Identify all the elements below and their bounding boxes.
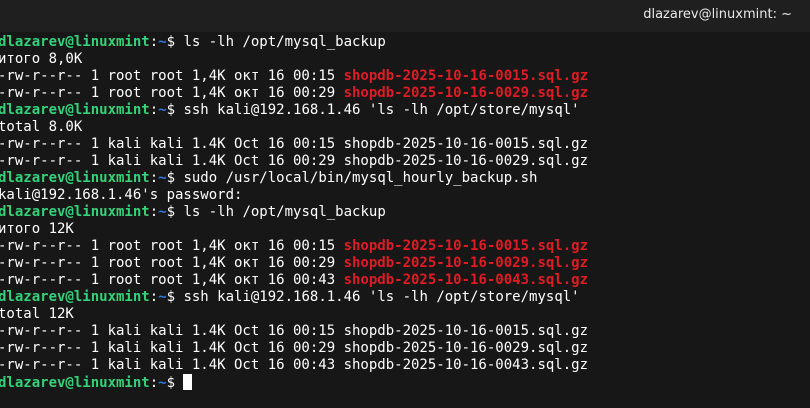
listing-line: -rw-r--r-- 1 root root 1,4K окт 16 00:15… xyxy=(0,238,588,255)
prompt-line: dlazarev@linuxmint:~$ xyxy=(0,374,588,391)
prompt-symbol: $ xyxy=(166,204,184,220)
archive-filename: shopdb-2025-10-16-0029.sql.gz xyxy=(343,85,589,101)
listing-line: -rw-r--r-- 1 root root 1,4K окт 16 00:43… xyxy=(0,272,588,289)
prompt-symbol: $ xyxy=(166,102,184,118)
file-attributes: -rw-r--r-- 1 root root 1,4K окт 16 00:29 xyxy=(0,85,344,101)
text-cursor[interactable] xyxy=(183,374,193,390)
output-line: -rw-r--r-- 1 kali kali 1.4K Oct 16 00:15… xyxy=(0,136,589,152)
terminal-lines: dlazarev@linuxmint:~$ ls -lh /opt/mysql_… xyxy=(0,34,588,391)
terminal-window: dlazarev@linuxmint: ~ dlazarev@linuxmint… xyxy=(0,0,810,408)
prompt-symbol: $ xyxy=(166,170,184,186)
prompt-separator: : xyxy=(149,170,159,186)
output-line: kali@192.168.1.46's password: xyxy=(0,187,243,203)
prompt-separator: : xyxy=(149,34,159,50)
prompt-path: ~ xyxy=(158,102,167,118)
prompt-symbol: $ xyxy=(166,34,184,50)
command-line: dlazarev@linuxmint:~$ ssh kali@192.168.1… xyxy=(0,289,588,306)
prompt-path: ~ xyxy=(158,204,167,220)
output-line: -rw-r--r-- 1 kali kali 1.4K Oct 16 00:29… xyxy=(0,340,589,356)
prompt-symbol: $ xyxy=(166,289,184,305)
file-attributes: -rw-r--r-- 1 root root 1,4K окт 16 00:43 xyxy=(0,272,344,288)
command-line: dlazarev@linuxmint:~$ ssh kali@192.168.1… xyxy=(0,102,588,119)
output-line: итого 8,0K xyxy=(0,51,83,67)
prompt-userhost: dlazarev@linuxmint xyxy=(0,204,150,220)
output-line: -rw-r--r-- 1 kali kali 1.4K Oct 16 00:15… xyxy=(0,323,589,339)
command-text: ssh kali@192.168.1.46 'ls -lh /opt/store… xyxy=(183,102,580,118)
command-text: sudo /usr/local/bin/mysql_hourly_backup.… xyxy=(183,170,538,186)
command-text: ls -lh /opt/mysql_backup xyxy=(183,204,386,220)
terminal-output[interactable]: dlazarev@linuxmint:~$ ls -lh /opt/mysql_… xyxy=(0,32,810,408)
prompt-separator: : xyxy=(149,289,159,305)
archive-filename: shopdb-2025-10-16-0043.sql.gz xyxy=(343,272,589,288)
output-line: total 12K xyxy=(0,306,74,322)
archive-filename: shopdb-2025-10-16-0015.sql.gz xyxy=(343,68,589,84)
prompt-path: ~ xyxy=(158,375,167,391)
prompt-userhost: dlazarev@linuxmint xyxy=(0,375,150,391)
prompt-path: ~ xyxy=(158,289,167,305)
file-attributes: -rw-r--r-- 1 root root 1,4K окт 16 00:15 xyxy=(0,238,344,254)
archive-filename: shopdb-2025-10-16-0015.sql.gz xyxy=(343,238,589,254)
prompt-userhost: dlazarev@linuxmint xyxy=(0,289,150,305)
prompt-symbol: $ xyxy=(166,375,184,391)
archive-filename: shopdb-2025-10-16-0029.sql.gz xyxy=(343,255,589,271)
output-line: total 8.0K xyxy=(0,119,83,135)
listing-line: -rw-r--r-- 1 root root 1,4K окт 16 00:29… xyxy=(0,85,588,102)
prompt-separator: : xyxy=(149,102,159,118)
output-line: -rw-r--r-- 1 kali kali 1.4K Oct 16 00:43… xyxy=(0,357,589,373)
listing-line: -rw-r--r-- 1 root root 1,4K окт 16 00:15… xyxy=(0,68,588,85)
prompt-path: ~ xyxy=(158,170,167,186)
command-line: dlazarev@linuxmint:~$ sudo /usr/local/bi… xyxy=(0,170,588,187)
prompt-separator: : xyxy=(149,375,159,391)
command-line: dlazarev@linuxmint:~$ ls -lh /opt/mysql_… xyxy=(0,204,588,221)
output-line: -rw-r--r-- 1 kali kali 1.4K Oct 16 00:29… xyxy=(0,153,589,169)
listing-line: -rw-r--r-- 1 root root 1,4K окт 16 00:29… xyxy=(0,255,588,272)
prompt-separator: : xyxy=(149,204,159,220)
output-line: итого 12K xyxy=(0,221,74,237)
file-attributes: -rw-r--r-- 1 root root 1,4K окт 16 00:29 xyxy=(0,255,344,271)
prompt-path: ~ xyxy=(158,34,167,50)
file-attributes: -rw-r--r-- 1 root root 1,4K окт 16 00:15 xyxy=(0,68,344,84)
command-text: ls -lh /opt/mysql_backup xyxy=(183,34,386,50)
prompt-userhost: dlazarev@linuxmint xyxy=(0,170,150,186)
prompt-userhost: dlazarev@linuxmint xyxy=(0,102,150,118)
command-text: ssh kali@192.168.1.46 'ls -lh /opt/store… xyxy=(183,289,580,305)
command-line: dlazarev@linuxmint:~$ ls -lh /opt/mysql_… xyxy=(0,34,588,51)
title-bar[interactable]: dlazarev@linuxmint: ~ xyxy=(0,0,810,32)
prompt-userhost: dlazarev@linuxmint xyxy=(0,34,150,50)
window-title: dlazarev@linuxmint: ~ xyxy=(643,7,792,22)
